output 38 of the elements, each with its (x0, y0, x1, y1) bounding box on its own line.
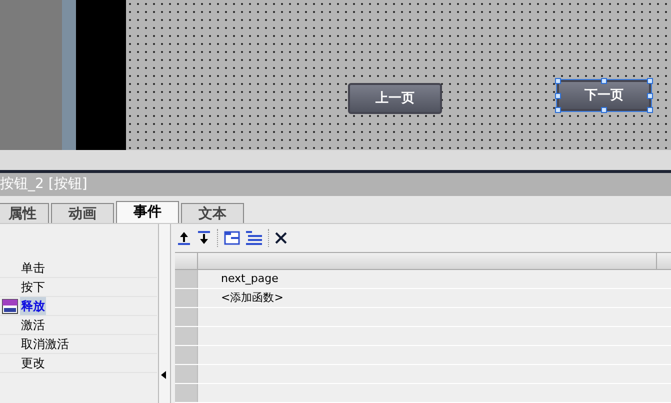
inspector-title: 按钮_2 [按钮] (0, 173, 671, 196)
list-icon[interactable] (246, 231, 262, 246)
resize-handle[interactable] (555, 78, 561, 84)
tab[interactable]: 属性 (0, 203, 49, 223)
event-item[interactable]: 单击 (20, 259, 46, 277)
resize-handle[interactable] (647, 93, 653, 99)
event-item[interactable]: 更改 (20, 354, 46, 372)
tab[interactable]: 文本 (181, 203, 244, 223)
resize-handle[interactable] (555, 93, 561, 99)
resize-handle[interactable] (647, 78, 653, 84)
folder-icon[interactable] (224, 231, 240, 246)
function-name[interactable]: next_page (221, 272, 278, 285)
row-header (175, 308, 198, 326)
function-name[interactable]: <添加函数> (221, 291, 284, 304)
row-header (175, 327, 198, 345)
page-button[interactable]: 上一页 (348, 83, 442, 114)
scrollbar[interactable] (158, 224, 171, 403)
close-icon[interactable] (275, 232, 287, 244)
row-header (175, 346, 198, 364)
collapse-arrow-icon[interactable] (161, 371, 166, 379)
resize-handle[interactable] (555, 107, 561, 113)
page-button[interactable]: 下一页 (557, 80, 651, 111)
event-item[interactable]: 取消激活 (20, 335, 70, 353)
event-item[interactable]: 释放 (20, 297, 46, 315)
event-item[interactable]: 按下 (20, 278, 46, 296)
row-header (175, 289, 198, 307)
tab[interactable]: 事件 (116, 201, 179, 223)
event-item[interactable]: 激活 (20, 316, 46, 334)
function-icon (2, 298, 18, 314)
tab[interactable]: 动画 (51, 203, 114, 223)
move-down-icon[interactable] (197, 231, 211, 246)
resize-handle[interactable] (601, 78, 607, 84)
row-header (175, 365, 198, 383)
resize-handle[interactable] (647, 107, 653, 113)
resize-handle[interactable] (601, 107, 607, 113)
row-header (175, 270, 198, 288)
move-up-icon[interactable] (177, 231, 191, 246)
row-header (175, 384, 198, 402)
